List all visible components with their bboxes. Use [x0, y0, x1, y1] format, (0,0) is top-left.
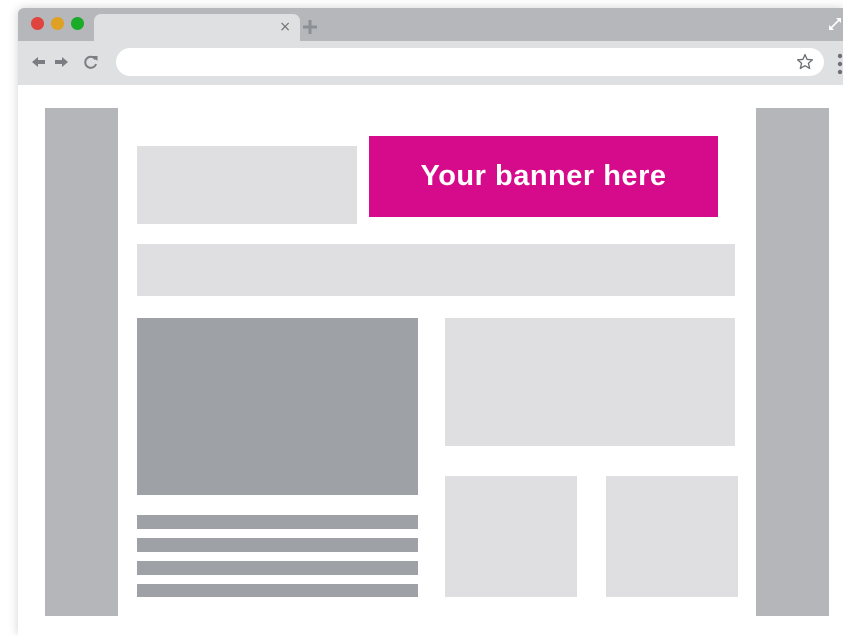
text-line-placeholder: [137, 515, 418, 529]
arrow-left-icon[interactable]: [30, 54, 48, 70]
tab-close-icon[interactable]: ×: [279, 20, 291, 34]
nav-bar-placeholder: [137, 244, 735, 296]
right-sidebar-placeholder: [756, 108, 829, 616]
expand-icon[interactable]: [827, 16, 843, 32]
close-dot[interactable]: [31, 17, 44, 30]
browser-toolbar: [18, 41, 843, 85]
banner-label: Your banner here: [420, 160, 667, 192]
title-bar: ×: [18, 8, 843, 41]
banner-ad[interactable]: Your banner here: [369, 136, 718, 217]
arrow-right-icon[interactable]: [52, 54, 70, 70]
star-icon[interactable]: [796, 53, 814, 71]
reload-icon[interactable]: [82, 54, 100, 70]
plus-icon[interactable]: [302, 19, 318, 35]
small-box-left-placeholder: [445, 476, 577, 597]
content-box-placeholder: [445, 318, 735, 446]
small-box-right-placeholder: [606, 476, 738, 597]
hero-image-placeholder: [137, 318, 418, 495]
left-sidebar-placeholder: [45, 108, 118, 616]
minimize-dot[interactable]: [51, 17, 64, 30]
address-bar[interactable]: [116, 48, 824, 76]
browser-tab[interactable]: ×: [94, 14, 300, 41]
maximize-dot[interactable]: [71, 17, 84, 30]
text-line-placeholder: [137, 538, 418, 552]
text-line-placeholder: [137, 561, 418, 575]
logo-placeholder: [137, 146, 357, 224]
kebab-menu-icon[interactable]: [837, 53, 843, 75]
text-line-placeholder: [137, 584, 418, 597]
